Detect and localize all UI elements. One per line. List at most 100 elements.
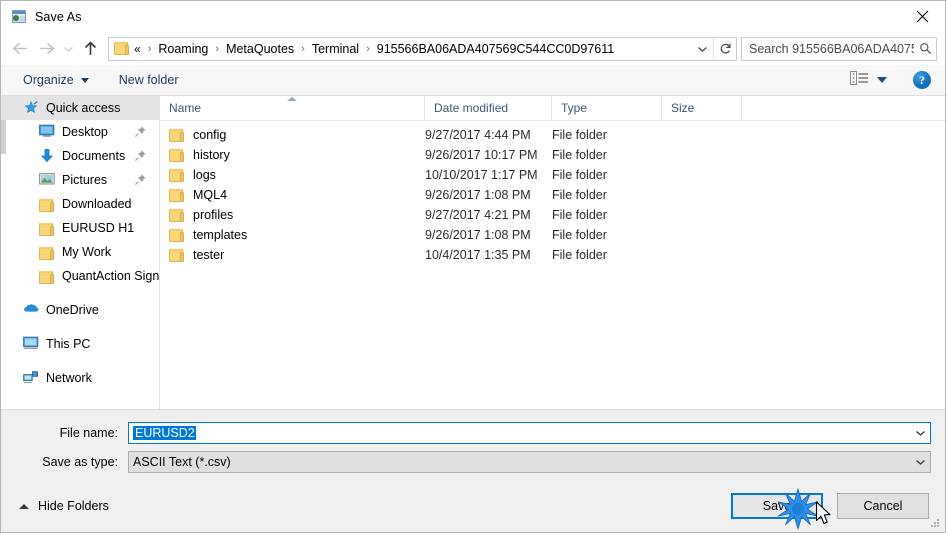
column-header-label: Date modified: [434, 101, 509, 115]
cell-name: history: [160, 148, 425, 162]
column-header-label: Name: [169, 101, 202, 115]
network-icon: [23, 370, 39, 386]
sidebar-item-quantaction-signal[interactable]: QuantAction Signal: [1, 264, 159, 288]
cell-name: config: [160, 128, 425, 142]
table-row[interactable]: MQL4 9/26/2017 1:08 PM File folder: [160, 185, 945, 205]
organize-button[interactable]: Organize: [17, 70, 95, 90]
new-folder-label: New folder: [118, 73, 179, 87]
sidebar-item-label: OneDrive: [46, 303, 99, 317]
pictures-icon: [39, 172, 55, 188]
sidebar-item-documents[interactable]: Documents: [1, 144, 159, 168]
cell-type: File folder: [552, 128, 607, 142]
save-as-app-icon: [11, 9, 27, 25]
folder-icon: [39, 270, 55, 284]
command-bar: Organize New folder ?: [1, 65, 945, 96]
file-name-selected-text: EURUSD2: [133, 426, 196, 440]
table-row[interactable]: history 9/26/2017 10:17 PM File folder: [160, 145, 945, 165]
hide-folders-button[interactable]: Hide Folders: [15, 495, 113, 517]
column-header-name[interactable]: Name: [160, 96, 425, 120]
sidebar-item-label: My Work: [62, 245, 112, 259]
sidebar-item-network[interactable]: Network: [1, 366, 159, 390]
cell-date-modified: 10/4/2017 1:35 PM: [425, 248, 531, 262]
table-row[interactable]: templates 9/26/2017 1:08 PM File folder: [160, 225, 945, 245]
file-name-row: File name: EURUSD2: [15, 422, 931, 444]
cancel-button-label: Cancel: [863, 499, 903, 513]
column-header-type[interactable]: Type: [552, 96, 662, 120]
column-header-label: Size: [671, 101, 695, 115]
table-row[interactable]: logs 10/10/2017 1:17 PM File folder: [160, 165, 945, 185]
new-folder-button[interactable]: New folder: [113, 70, 185, 90]
titlebar: Save As: [1, 1, 945, 32]
file-name-value: EURUSD2: [129, 426, 910, 440]
sidebar-item-label: Quick access: [46, 101, 121, 115]
refresh-icon[interactable]: [713, 37, 736, 60]
chevron-down-icon[interactable]: [910, 458, 930, 466]
search-input[interactable]: Search 915566BA06ADA40756...: [741, 36, 937, 61]
cell-name: templates: [160, 228, 425, 242]
save-as-type-value: ASCII Text (*.csv): [133, 455, 231, 469]
breadcrumb-overflow[interactable]: «: [134, 42, 143, 56]
column-header-date-modified[interactable]: Date modified: [425, 96, 552, 120]
address-bar[interactable]: « › Roaming › MetaQuotes › Terminal › 91…: [108, 36, 737, 61]
sidebar-item-label: Network: [46, 371, 92, 385]
sidebar-item-quick-access[interactable]: Quick access: [1, 96, 159, 120]
breadcrumb: « › Roaming › MetaQuotes › Terminal › 91…: [134, 42, 691, 56]
sidebar-item-eurusd-h1[interactable]: EURUSD H1: [1, 216, 159, 240]
close-icon[interactable]: [899, 1, 945, 32]
save-button[interactable]: Save: [731, 493, 823, 519]
folder-icon: [39, 246, 55, 260]
sidebar-item-my-work[interactable]: My Work: [1, 240, 159, 264]
up-button[interactable]: [77, 37, 103, 61]
folder-icon: [169, 248, 185, 262]
file-name-label: templates: [193, 228, 248, 242]
resize-grip[interactable]: [929, 517, 941, 529]
save-as-type-select[interactable]: ASCII Text (*.csv): [128, 451, 931, 473]
folder-icon: [169, 208, 185, 222]
table-row[interactable]: profiles 9/27/2017 4:21 PM File folder: [160, 205, 945, 225]
recent-locations-chevron-down-icon[interactable]: [59, 37, 77, 61]
cell-date-modified: 9/27/2017 4:21 PM: [425, 208, 531, 222]
sidebar-item-onedrive[interactable]: OneDrive: [1, 298, 159, 322]
breadcrumb-item-terminal-id[interactable]: 915566BA06ADA407569C544CC0D97611: [375, 42, 616, 56]
file-rows: config 9/27/2017 4:44 PM File folder his…: [160, 121, 945, 409]
chevron-down-icon[interactable]: [910, 429, 930, 437]
sidebar-item-this-pc[interactable]: This PC: [1, 332, 159, 356]
file-name-label: MQL4: [193, 188, 228, 202]
address-chevron-down-icon[interactable]: [691, 38, 713, 60]
folder-icon: [169, 188, 185, 202]
hide-folders-label: Hide Folders: [38, 499, 109, 513]
cancel-button[interactable]: Cancel: [837, 493, 929, 519]
breadcrumb-separator: ›: [215, 42, 220, 55]
sidebar-item-downloaded[interactable]: Downloaded: [1, 192, 159, 216]
sort-ascending-icon: [287, 97, 297, 101]
breadcrumb-item-roaming[interactable]: Roaming: [156, 42, 210, 56]
column-header-size[interactable]: Size: [662, 96, 742, 120]
search-placeholder: Search 915566BA06ADA40756...: [749, 41, 914, 56]
breadcrumb-item-terminal[interactable]: Terminal: [310, 42, 361, 56]
breadcrumb-separator: ›: [301, 42, 305, 55]
cell-type: File folder: [552, 168, 607, 182]
back-button[interactable]: [7, 37, 33, 61]
breadcrumb-separator: ›: [366, 42, 370, 55]
table-row[interactable]: tester 10/4/2017 1:35 PM File folder: [160, 245, 945, 265]
file-name-input[interactable]: EURUSD2: [128, 422, 931, 444]
table-row[interactable]: config 9/27/2017 4:44 PM File folder: [160, 125, 945, 145]
pin-icon[interactable]: [134, 149, 147, 162]
sidebar-item-pictures[interactable]: Pictures: [1, 168, 159, 192]
dialog-body: Quick access Desktop Documents Pictures …: [1, 96, 945, 410]
save-as-dialog: Save As « › Roaming › MetaQuotes › Termi…: [0, 0, 946, 533]
pin-icon[interactable]: [134, 125, 147, 138]
onedrive-cloud-icon: [23, 302, 39, 318]
breadcrumb-item-metaquotes[interactable]: MetaQuotes: [224, 42, 296, 56]
sidebar-item-desktop[interactable]: Desktop: [1, 120, 159, 144]
cell-date-modified: 10/10/2017 1:17 PM: [425, 168, 538, 182]
view-options-button[interactable]: [846, 68, 891, 92]
help-button[interactable]: ?: [913, 71, 931, 89]
folder-icon: [39, 198, 55, 212]
forward-button[interactable]: [33, 37, 59, 61]
cell-type: File folder: [552, 248, 607, 262]
cell-type: File folder: [552, 188, 607, 202]
pin-icon[interactable]: [134, 173, 147, 186]
this-pc-icon: [23, 336, 39, 352]
